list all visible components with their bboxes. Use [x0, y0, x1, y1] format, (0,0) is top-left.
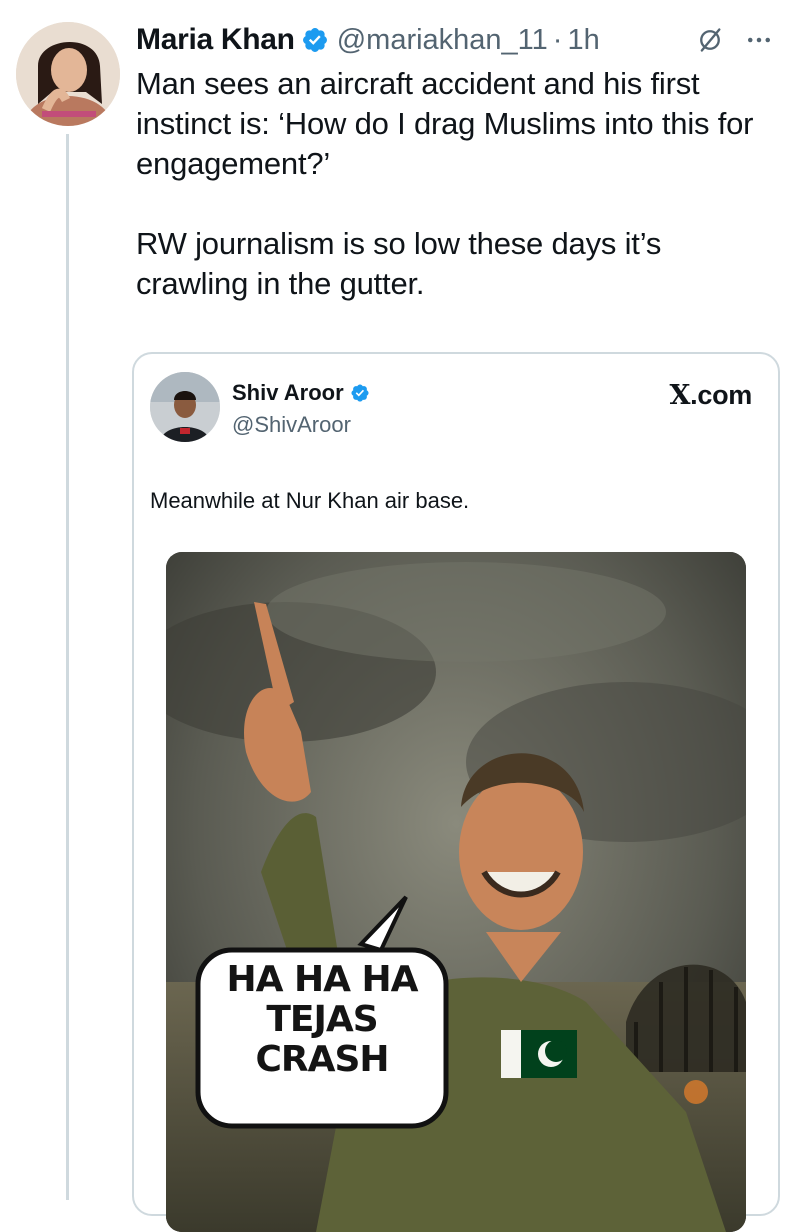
- source-domain: .com: [690, 380, 752, 410]
- author-name[interactable]: Maria Khan: [136, 23, 295, 57]
- more-options-icon[interactable]: [744, 25, 774, 55]
- speech-line: TEJAS: [266, 999, 378, 1040]
- speech-bubble-text: HA HA HA TEJAS CRASH: [198, 960, 446, 1080]
- quoted-author-avatar[interactable]: [150, 372, 220, 442]
- tweet-header: Maria Khan @mariakhan_11 · 1h: [136, 20, 774, 60]
- verified-badge-icon: [351, 384, 369, 402]
- quoted-tweet-card[interactable]: Shiv Aroor @ShivAroor X.com Meanwhile at…: [132, 352, 780, 1232]
- thread-connector-line: [66, 134, 69, 1200]
- x-logo-icon: X: [669, 380, 691, 411]
- meta-separator: ·: [552, 23, 563, 56]
- verified-badge-icon: [302, 28, 327, 52]
- tweet-paragraph: RW journalism is so low these days it’s …: [136, 226, 662, 301]
- speech-line: CRASH: [255, 1039, 389, 1080]
- source-link[interactable]: X.com: [669, 380, 753, 411]
- grok-icon[interactable]: [696, 26, 724, 54]
- quoted-tweet-text: Meanwhile at Nur Khan air base.: [150, 488, 470, 513]
- quoted-author-name[interactable]: Shiv Aroor: [232, 380, 344, 406]
- tweet-body: Man sees an aircraft accident and his fi…: [136, 64, 776, 304]
- author-avatar[interactable]: [16, 22, 120, 126]
- tweet-timestamp[interactable]: 1h: [567, 24, 599, 56]
- author-handle[interactable]: @mariakhan_11: [337, 24, 548, 56]
- tweet-paragraph: Man sees an aircraft accident and his fi…: [136, 66, 754, 181]
- quoted-author-handle[interactable]: @ShivAroor: [232, 412, 351, 438]
- speech-line: HA HA HA: [226, 960, 418, 1000]
- quoted-tweet-image[interactable]: HA HA HA TEJAS CRASH: [166, 552, 746, 1232]
